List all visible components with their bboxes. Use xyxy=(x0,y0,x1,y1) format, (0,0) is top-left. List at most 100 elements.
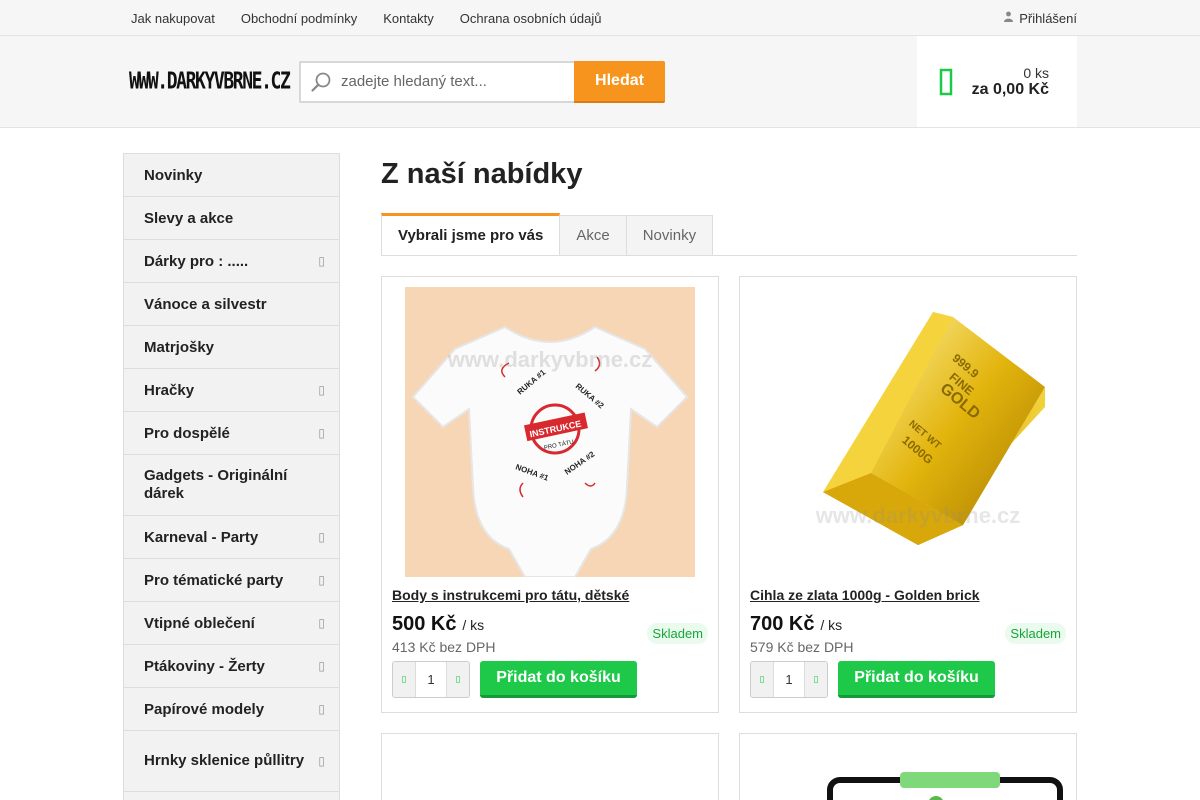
sidebar-item-label: Pro dospělé xyxy=(144,424,230,442)
sidebar-item-tematicke-party[interactable]: Pro tématické party ▯ xyxy=(124,559,339,602)
expand-arrow-icon[interactable]: ▯ xyxy=(318,383,325,397)
add-to-cart-button[interactable]: Přidat do košíku xyxy=(838,661,995,698)
baby-bodysuit-image: INSTRUKCE PRO TÁTU RUKA #1 RUKA #2 NOHA … xyxy=(411,325,689,577)
sidebar-item-label: Gadgets - Originální dárek xyxy=(144,467,288,502)
sidebar-item-matrjosky[interactable]: Matrjošky xyxy=(124,326,339,369)
watermark: www.darkyvbrne.cz xyxy=(447,347,653,372)
tab-vybrali-jsme[interactable]: Vybrali jsme pro vás xyxy=(381,213,561,255)
price-unit: / ks xyxy=(820,617,843,633)
site-logo[interactable]: WWW.DARKYVBRNE.CZ xyxy=(129,68,291,96)
content-area: Z naší nabídky Vybrali jsme pro vás Akce… xyxy=(381,153,1077,800)
product-net-price: 413 Kč bez DPH xyxy=(392,639,496,655)
buy-row: ▯ 1 ▯ Přidat do košíku xyxy=(750,661,1066,698)
product-price: 500 Kč xyxy=(392,613,457,635)
product-tabs: Vybrali jsme pro vás Akce Novinky xyxy=(381,213,1077,256)
cart-summary: 0 ks za 0,00 Kč xyxy=(972,65,1049,99)
sidebar-item-hracky[interactable]: Hračky ▯ xyxy=(124,369,339,412)
sidebar-item-label: Novinky xyxy=(144,166,203,184)
expand-arrow-icon[interactable]: ▯ xyxy=(318,573,325,587)
sidebar-item-gadgets[interactable]: Gadgets - Originální dárek xyxy=(124,455,339,516)
link-obchodni-podminky[interactable]: Obchodní podmínky xyxy=(241,11,357,26)
add-to-cart-button[interactable]: Přidat do košíku xyxy=(480,661,637,698)
increase-qty-icon[interactable]: ▯ xyxy=(447,662,469,697)
decrease-qty-icon[interactable]: ▯ xyxy=(751,662,773,697)
search-form: Hledat xyxy=(299,60,665,103)
sidebar-item-papirove-modely[interactable]: Papírové modely ▯ xyxy=(124,688,339,731)
page-title: Z naší nabídky xyxy=(381,158,583,190)
header: WWW.DARKYVBRNE.CZ Hledat 0 ks za 0,00 Kč xyxy=(0,36,1200,128)
sidebar-item-label: Vtipné oblečení xyxy=(144,614,255,632)
product-card: INSTRUKCE PRO TÁTU RUKA #1 RUKA #2 NOHA … xyxy=(381,276,719,713)
product-net-price: 579 Kč bez DPH xyxy=(750,639,854,655)
sidebar-item-ptakoviny[interactable]: Ptákoviny - Žerty ▯ xyxy=(124,645,339,688)
sidebar-item-vanoce[interactable]: Vánoce a silvestr xyxy=(124,283,339,326)
search-input[interactable] xyxy=(341,73,561,90)
login-label: Přihlášení xyxy=(1019,10,1077,26)
decrease-qty-icon[interactable]: ▯ xyxy=(393,662,415,697)
sidebar-item-label: Vánoce a silvestr xyxy=(144,295,267,313)
product-price: 700 Kč xyxy=(750,613,815,635)
top-links: Jak nakupovat Obchodní podmínky Kontakty… xyxy=(131,11,601,26)
sidebar-item-more[interactable] xyxy=(124,792,339,800)
user-icon xyxy=(1004,11,1014,25)
quantity-value[interactable]: 1 xyxy=(773,662,805,697)
sidebar-item-hrnky[interactable]: Hrnky sklenice půllitry ▯ xyxy=(124,731,339,792)
sidebar-item-label: Slevy a akce xyxy=(144,209,234,227)
sidebar-item-novinky[interactable]: Novinky xyxy=(124,154,339,197)
quantity-stepper: ▯ 1 ▯ xyxy=(750,661,828,698)
watermark: www.darkyvbrne.cz xyxy=(815,503,1021,528)
product-grid: INSTRUKCE PRO TÁTU RUKA #1 RUKA #2 NOHA … xyxy=(381,276,1077,800)
product-name[interactable]: Cihla ze zlata 1000g - Golden brick xyxy=(750,587,1066,603)
tab-akce[interactable]: Akce xyxy=(559,215,627,255)
sidebar-item-label: Papírové modely xyxy=(144,700,265,718)
sidebar-item-label: Karneval - Party xyxy=(144,528,259,546)
sidebar-item-label: Matrjošky xyxy=(144,338,215,356)
cart-total: za 0,00 Kč xyxy=(971,80,1049,98)
expand-arrow-icon[interactable]: ▯ xyxy=(318,659,325,673)
login-link[interactable]: Přihlášení xyxy=(1004,11,1077,26)
product-name[interactable]: Body s instrukcemi pro tátu, dětské xyxy=(392,587,708,603)
buy-row: ▯ 1 ▯ Přidat do košíku xyxy=(392,661,708,698)
expand-arrow-icon[interactable]: ▯ xyxy=(318,752,325,770)
logo-text: WWW.DARKYVBRNE.CZ xyxy=(129,67,291,96)
sidebar-item-label: Hračky xyxy=(144,381,195,399)
sidebar-item-slevy[interactable]: Slevy a akce xyxy=(124,197,339,240)
cart-count: 0 ks xyxy=(1023,64,1049,81)
product-image[interactable]: 999.9 FINE GOLD NET WT 1000G www.darkyvb… xyxy=(763,287,1053,577)
gold-bar-image: 999.9 FINE GOLD NET WT 1000G www.darkyvb… xyxy=(815,312,1045,545)
increase-qty-icon[interactable]: ▯ xyxy=(805,662,827,697)
price-unit: / ks xyxy=(462,617,485,633)
tab-novinky[interactable]: Novinky xyxy=(625,215,714,255)
quantity-value[interactable]: 1 xyxy=(415,662,447,697)
expand-arrow-icon[interactable]: ▯ xyxy=(318,530,325,544)
sidebar-item-vtipne-obleceni[interactable]: Vtipné oblečení ▯ xyxy=(124,602,339,645)
sidebar-item-label: Ptákoviny - Žerty xyxy=(144,657,265,675)
category-sidebar: Novinky Slevy a akce Dárky pro : ..... ▯ … xyxy=(123,153,340,800)
price-row: 700 Kč / ks 579 Kč bez DPH Skladem xyxy=(750,613,1066,655)
top-bar: Jak nakupovat Obchodní podmínky Kontakty… xyxy=(0,0,1200,36)
product-card xyxy=(739,733,1077,800)
quantity-stepper: ▯ 1 ▯ xyxy=(392,661,470,698)
expand-arrow-icon[interactable]: ▯ xyxy=(318,254,325,268)
phone-holder-image xyxy=(827,772,1063,800)
link-jak-nakupovat[interactable]: Jak nakupovat xyxy=(131,11,215,26)
link-ochrana-udaju[interactable]: Ochrana osobních údajů xyxy=(460,11,602,26)
sidebar-item-label: Hrnky sklenice půllitry xyxy=(144,752,305,769)
price-row: 500 Kč / ks 413 Kč bez DPH Skladem xyxy=(392,613,708,655)
expand-arrow-icon[interactable]: ▯ xyxy=(318,702,325,716)
expand-arrow-icon[interactable]: ▯ xyxy=(318,616,325,630)
expand-arrow-icon[interactable]: ▯ xyxy=(318,426,325,440)
link-kontakty[interactable]: Kontakty xyxy=(383,11,434,26)
sidebar-item-darky-pro[interactable]: Dárky pro : ..... ▯ xyxy=(124,240,339,283)
sidebar-item-karneval[interactable]: Karneval - Party ▯ xyxy=(124,516,339,559)
product-card: 999.9 FINE GOLD NET WT 1000G www.darkyvb… xyxy=(739,276,1077,713)
search-button[interactable]: Hledat xyxy=(574,60,665,103)
cart-widget[interactable]: 0 ks za 0,00 Kč xyxy=(917,36,1077,127)
sidebar-item-pro-dospele[interactable]: Pro dospělé ▯ xyxy=(124,412,339,455)
search-box xyxy=(299,60,574,103)
sidebar-item-label: Dárky pro : ..... xyxy=(144,252,249,270)
search-icon xyxy=(301,71,341,93)
cart-icon xyxy=(938,67,958,97)
product-image[interactable]: INSTRUKCE PRO TÁTU RUKA #1 RUKA #2 NOHA … xyxy=(405,287,695,577)
product-card xyxy=(381,733,719,800)
